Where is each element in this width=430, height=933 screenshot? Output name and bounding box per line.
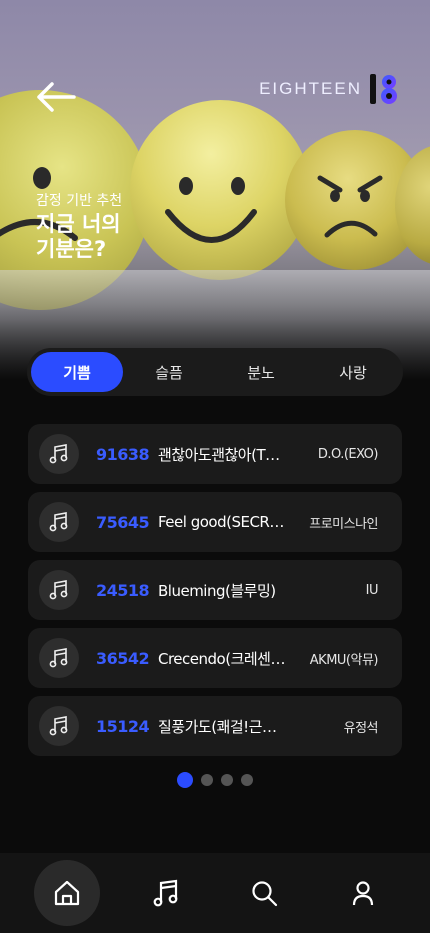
back-button[interactable] [34, 80, 78, 114]
song-artist: IU [365, 582, 379, 598]
happy-emoji-ball [130, 100, 310, 280]
song-artist: AKMU(악뮤) [309, 652, 379, 668]
search-icon [252, 881, 278, 907]
home-icon [55, 880, 80, 906]
song-row[interactable]: 75645 Feel good(SECRET CODE) 프로미스나인 [28, 492, 402, 552]
emotion-tabs: 기쁨 슬픔 분노 사랑 [27, 348, 403, 396]
page-dot-1[interactable] [177, 772, 193, 788]
hero-title-line2: 기분은? [36, 237, 107, 261]
song-row[interactable]: 24518 Blueming(블루밍) IU [28, 560, 402, 620]
song-row[interactable]: 36542 Crecendo(크레센도) AKMU(악뮤) [28, 628, 402, 688]
song-title: Feel good(SECRET CODE) [158, 513, 286, 531]
hero-subtitle: 감정 기반 추천 [36, 193, 123, 209]
page-dot-4[interactable] [241, 774, 253, 786]
music-note-icon [39, 434, 79, 474]
music-note-icon [39, 706, 79, 746]
brand-name: EIGHTEEN [259, 79, 362, 98]
song-title: Blueming(블루밍) [158, 581, 276, 600]
tab-joy[interactable]: 기쁨 [31, 352, 123, 392]
hero-title: 지금 너의 기분은? [36, 212, 121, 262]
song-list: 91638 괜찮아도괜찮아(That's okay) D.O.(EXO) 756… [28, 424, 402, 764]
nav-profile-button[interactable] [330, 860, 396, 926]
tab-love[interactable]: 사랑 [307, 352, 399, 392]
song-title: 괜찮아도괜찮아(That's okay) [158, 445, 286, 464]
song-artist: D.O.(EXO) [317, 446, 379, 462]
music-note-icon [39, 502, 79, 542]
music-note-icon [39, 570, 79, 610]
song-number: 36542 [96, 648, 150, 668]
song-number: 91638 [96, 444, 150, 464]
page-dot-3[interactable] [221, 774, 233, 786]
pagination-dots [0, 772, 430, 788]
nav-search-button[interactable] [231, 860, 297, 926]
song-title: 질풍가도(쾌걸!근육맨2세) [158, 717, 286, 736]
music-note-icon [153, 879, 178, 907]
song-row[interactable]: 91638 괜찮아도괜찮아(That's okay) D.O.(EXO) [28, 424, 402, 484]
song-row[interactable]: 15124 질풍가도(쾌걸!근육맨2세) 유정석 [28, 696, 402, 756]
song-artist: 프로미스나인 [309, 516, 378, 532]
arrow-left-icon [37, 82, 76, 112]
song-number: 24518 [96, 580, 150, 600]
nav-home-button[interactable] [34, 860, 101, 926]
bottom-navigation [0, 853, 430, 933]
song-number: 15124 [96, 716, 150, 736]
music-note-icon [39, 638, 79, 678]
tab-anger[interactable]: 분노 [215, 352, 307, 392]
eighteen-logo-icon [370, 74, 397, 104]
song-title: Crecendo(크레센도) [158, 649, 286, 668]
song-number: 75645 [96, 512, 150, 532]
page-dot-2[interactable] [201, 774, 213, 786]
hero-title-line1: 지금 너의 [36, 212, 121, 236]
song-artist: 유정석 [343, 720, 379, 736]
nav-music-button[interactable] [133, 860, 199, 926]
profile-icon [352, 881, 373, 906]
brand-logo: EIGHTEEN [259, 72, 400, 106]
tab-sadness[interactable]: 슬픔 [123, 352, 215, 392]
